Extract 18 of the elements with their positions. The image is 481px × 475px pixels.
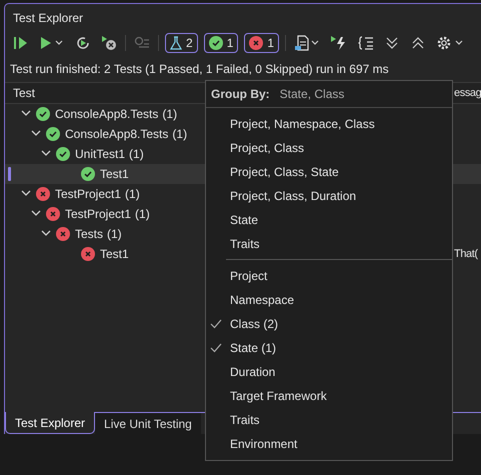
- test-count: (1): [172, 127, 188, 141]
- test-count: (1): [129, 147, 144, 161]
- test-name: Test1: [100, 247, 129, 261]
- group-by-label: Group By:: [211, 87, 270, 101]
- group-by-value: State, Class: [280, 87, 344, 101]
- test-name: TestProject1: [65, 207, 132, 221]
- test-count: (1): [125, 187, 140, 201]
- test-name: TestProject1: [55, 187, 122, 201]
- test-name: UnitTest1: [75, 147, 126, 161]
- window-title: Test Explorer: [12, 10, 84, 27]
- test-count: (1): [135, 207, 150, 221]
- test-name: ConsoleApp8.Tests: [55, 107, 158, 121]
- message-cell-text: That(: [454, 248, 479, 260]
- test-name: ConsoleApp8.Tests: [65, 127, 168, 141]
- test-count: (1): [107, 227, 122, 241]
- test-count: (1): [162, 107, 178, 121]
- test-name: Test1: [100, 167, 129, 181]
- test-name: Tests: [75, 227, 104, 241]
